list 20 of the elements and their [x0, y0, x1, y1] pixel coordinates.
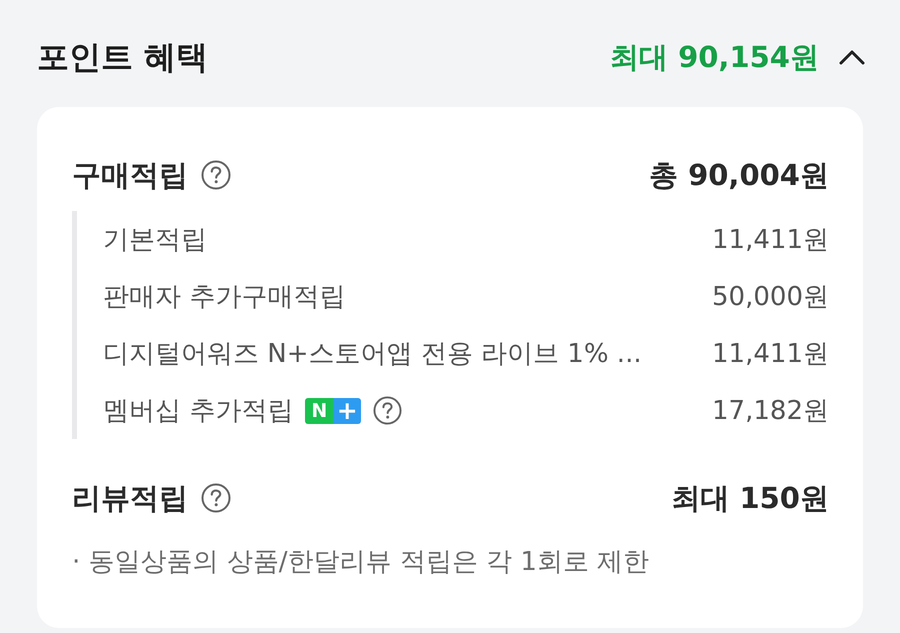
section-heading: 리뷰적립 — [72, 480, 188, 517]
benefit-amount: 50,000원 — [712, 280, 829, 314]
collapse-button[interactable] — [839, 49, 865, 65]
help-icon[interactable] — [201, 160, 231, 190]
section-title: 포인트 혜택 — [37, 37, 208, 78]
benefit-label: 디지털어워즈 N+스토어앱 전용 라이브 1% ... — [103, 338, 642, 370]
benefit-label: 기본적립 — [103, 224, 207, 256]
help-icon[interactable] — [201, 483, 231, 513]
help-icon[interactable] — [373, 396, 402, 425]
section-amount: 최대 150원 — [671, 480, 829, 517]
benefit-label: 멤버십 추가적립 — [103, 394, 294, 428]
benefit-amount: 11,411원 — [712, 224, 829, 256]
section-amount: 총 90,004원 — [648, 157, 829, 194]
benefit-amount: 17,182원 — [712, 394, 829, 428]
section-heading: 구매적립 — [72, 157, 188, 194]
max-points-total: 최대 90,154원 — [610, 39, 819, 76]
note-text: · 동일상품의 상품/한달리뷰 적립은 각 1회로 제한 — [72, 546, 650, 579]
benefit-label: 판매자 추가구매적립 — [103, 280, 346, 314]
chevron-up-icon — [839, 49, 865, 65]
benefit-amount: 11,411원 — [712, 338, 829, 370]
